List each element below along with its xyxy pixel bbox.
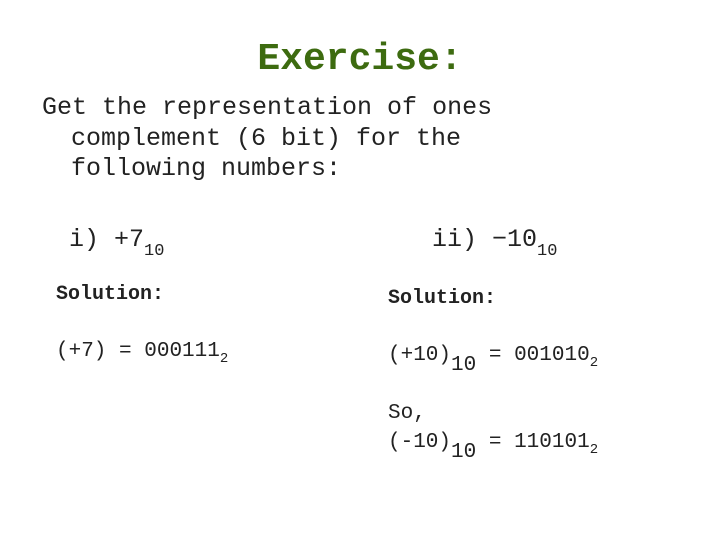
slide-title: Exercise: [257, 38, 463, 81]
problem-1-text: i) +7 [69, 225, 145, 254]
conclusion-lhs-subscript: 10 [451, 441, 477, 464]
problem-2-label: ii) −1010 [432, 225, 557, 260]
problem-1-base-subscript: 10 [144, 242, 165, 261]
step-lhs-subscript: 10 [451, 354, 477, 377]
conclusion-lhs: (-10) [388, 431, 452, 454]
step-rhs-subscript: 2 [589, 355, 599, 371]
step-lhs: (+7) [56, 340, 107, 363]
problem-2-step-1: (+10)10 = 0010102 [388, 344, 598, 376]
step-equals: = [119, 340, 132, 363]
problem-2-conclusion: (-10)10 = 1101012 [388, 431, 598, 463]
prompt-line-1: Get the representation of ones [42, 93, 493, 122]
step-rhs: 001010 [514, 344, 590, 367]
step-rhs: 000111 [144, 340, 220, 363]
problem-1-step-1: (+7) = 0001112 [56, 340, 228, 366]
prompt-line-3: following numbers: [71, 154, 342, 183]
problem-2-solution-heading: Solution: [388, 287, 497, 310]
problem-2-base-subscript: 10 [537, 242, 558, 261]
conclusion-rhs-subscript: 2 [589, 442, 599, 458]
conclusion-equals: = [488, 431, 502, 454]
problem-2-text: ii) −10 [432, 225, 538, 254]
problem-1-label: i) +710 [69, 225, 164, 260]
step-rhs-subscript: 2 [219, 351, 229, 367]
problem-2-conclusion-prefix: So, [388, 402, 426, 425]
step-lhs: (+10) [388, 344, 452, 367]
conclusion-rhs: 110101 [514, 431, 590, 454]
step-equals: = [488, 344, 502, 367]
problem-1-solution-heading: Solution: [56, 283, 165, 306]
prompt-line-2: complement (6 bit) for the [71, 124, 462, 153]
